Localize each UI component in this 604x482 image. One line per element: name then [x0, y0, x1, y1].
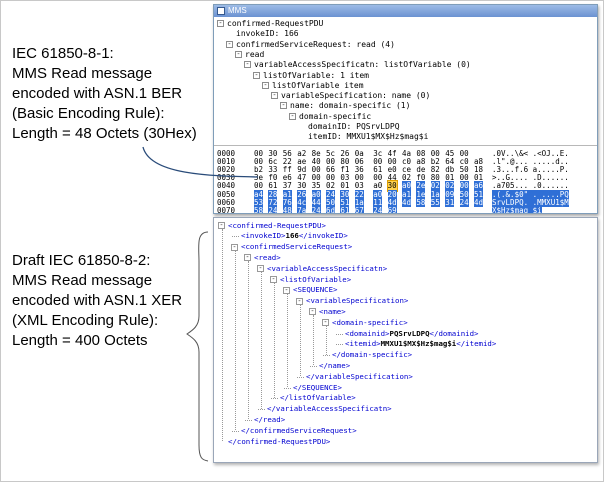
- connector-line: [142, 146, 259, 178]
- xer-brace: [186, 231, 209, 462]
- overlay: [142, 146, 259, 462]
